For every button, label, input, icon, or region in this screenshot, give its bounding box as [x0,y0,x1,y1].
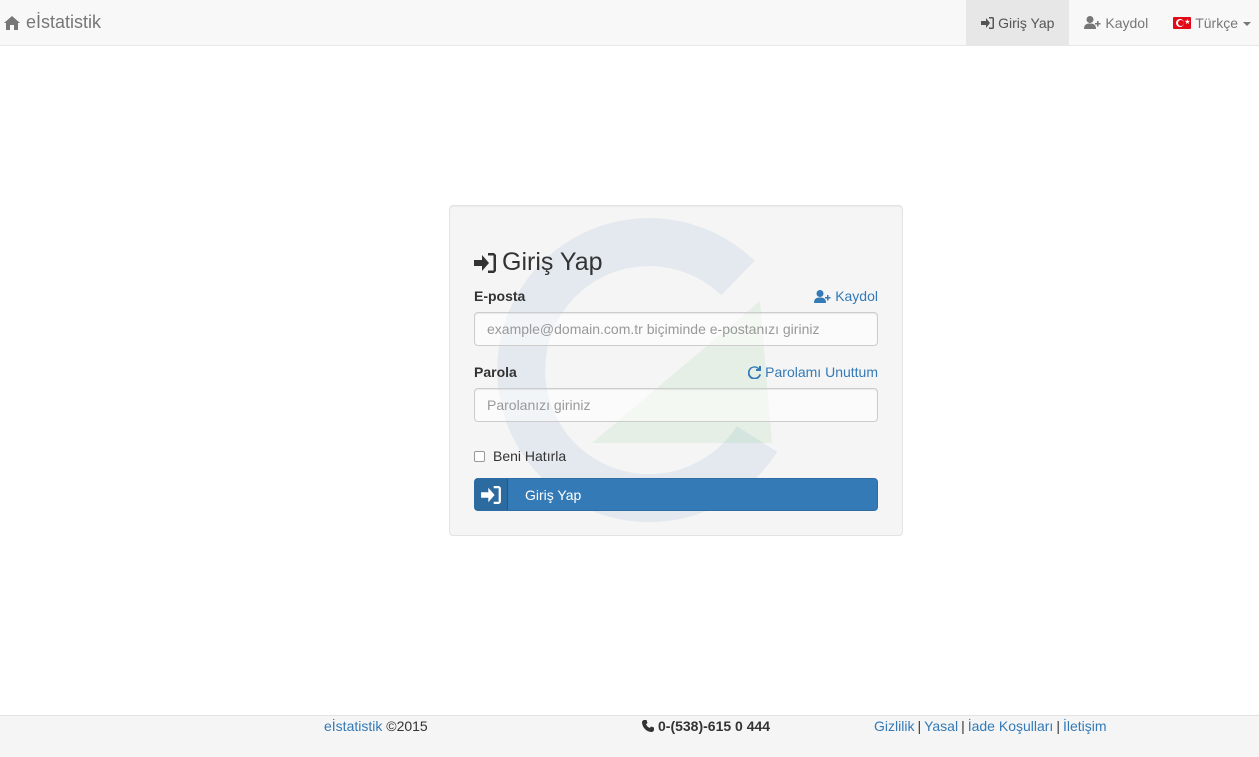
remember-me: Beni Hatırla [474,448,566,464]
login-title-text: Giriş Yap [502,248,603,276]
footer-separator: | [961,718,965,734]
forgot-password-label: Parolamı Unuttum [765,364,878,380]
chevron-down-icon [1243,21,1251,26]
footer: eİstatistik ©2015 0-(538)-615 0 444 Gizl… [0,715,1259,757]
phone-icon [642,720,654,732]
user-plus-icon [1084,16,1101,29]
footer-separator: | [917,718,922,734]
nav-login[interactable]: Giriş Yap [966,0,1070,45]
login-title: Giriş Yap [474,248,603,277]
login-submit-label: Giriş Yap [525,486,582,503]
refresh-icon [748,365,762,379]
remember-checkbox[interactable] [474,450,485,462]
password-label: Parola [474,364,517,380]
email-field[interactable] [474,312,878,346]
footer-copyright: eİstatistik ©2015 [324,718,428,734]
footer-phone: 0-(538)-615 0 444 [642,718,770,734]
language-label: Türkçe [1195,14,1238,31]
home-icon [4,15,20,30]
register-link-label: Kaydol [835,288,878,304]
sign-in-icon-box [475,479,508,510]
remember-label: Beni Hatırla [493,448,567,464]
sign-in-icon [481,485,501,504]
login-panel: Giriş Yap E-posta Kaydol Parola Parolamı… [449,205,903,536]
footer-link-refund[interactable]: İade Koşulları [968,718,1054,734]
footer-separator: | [1056,718,1060,734]
footer-brand-link[interactable]: eİstatistik [324,718,382,734]
footer-links: Gizlilik | Yasal | İade Koşulları | İletişim [874,718,1107,734]
password-field[interactable] [474,388,878,422]
login-submit-button[interactable]: Giriş Yap [474,478,878,511]
nav-register-label: Kaydol [1105,14,1149,31]
user-plus-icon [814,289,831,303]
top-navbar: eİstatistik Giriş Yap Kaydol ★ Türkçe [0,0,1259,46]
brand-link[interactable]: eİstatistik [4,0,101,45]
sign-in-icon [981,16,995,29]
nav-login-label: Giriş Yap [998,14,1055,31]
turkish-flag-icon: ★ [1173,16,1192,29]
footer-link-privacy[interactable]: Gizlilik [874,718,914,734]
nav-register[interactable]: Kaydol [1069,0,1163,45]
copyright-text: ©2015 [386,718,428,734]
email-label: E-posta [474,288,526,304]
brand-name: eİstatistik [26,12,102,32]
forgot-password-link[interactable]: Parolamı Unuttum [748,364,878,380]
footer-link-contact[interactable]: İletişim [1063,718,1107,734]
phone-number: 0-(538)-615 0 444 [658,718,771,734]
sign-in-icon [474,252,496,273]
navbar-right: Giriş Yap Kaydol ★ Türkçe [966,0,1259,45]
register-link[interactable]: Kaydol [814,288,878,304]
language-dropdown[interactable]: ★ Türkçe [1163,0,1259,45]
footer-link-legal[interactable]: Yasal [924,718,958,734]
